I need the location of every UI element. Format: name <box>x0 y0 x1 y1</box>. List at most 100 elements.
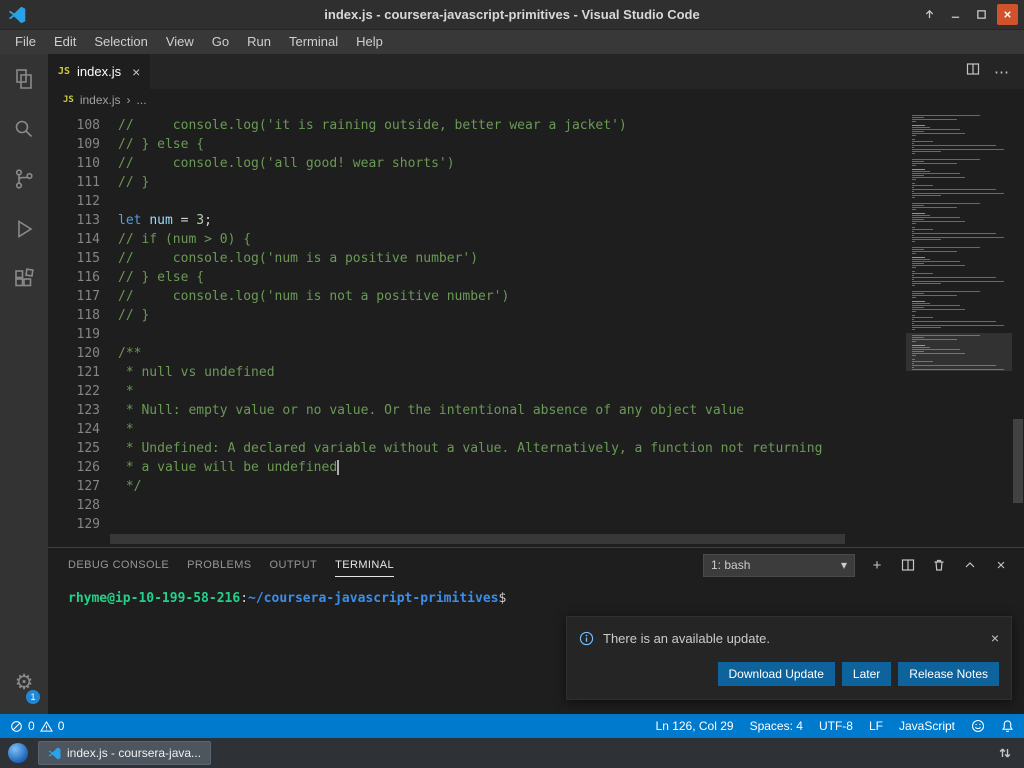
code-line-120[interactable]: 120 /** <box>48 344 906 363</box>
panel-tab-output[interactable]: OUTPUT <box>270 553 318 577</box>
kill-terminal-icon[interactable] <box>930 556 948 574</box>
line-content: */ <box>118 479 142 494</box>
menu-item-file[interactable]: File <box>6 30 45 54</box>
firefox-icon[interactable] <box>8 743 28 763</box>
split-editor-icon[interactable] <box>966 62 980 81</box>
workbench: ⚙ 1 JS index.js × ⋯ JS index.js › ... 10… <box>0 54 1024 714</box>
vertical-scrollbar[interactable] <box>1012 111 1024 547</box>
notifications-bell-icon[interactable] <box>1001 719 1014 733</box>
maximize-icon[interactable] <box>971 4 992 25</box>
more-actions-icon[interactable]: ⋯ <box>994 63 1010 81</box>
tab-close-icon[interactable]: × <box>132 64 140 80</box>
code-line-124[interactable]: 124 * <box>48 420 906 439</box>
download-update-button[interactable]: Download Update <box>717 662 835 686</box>
terminal-select[interactable]: 1: bash ▾ <box>703 553 855 577</box>
menu-item-help[interactable]: Help <box>347 30 392 54</box>
status-language-mode[interactable]: JavaScript <box>899 719 955 733</box>
code-line-119[interactable]: 119 <box>48 325 906 344</box>
menu-item-terminal[interactable]: Terminal <box>280 30 347 54</box>
maximize-panel-icon[interactable] <box>961 556 979 574</box>
code-line-127[interactable]: 127 */ <box>48 477 906 496</box>
taskbar-window-label: index.js - coursera-java... <box>67 746 202 760</box>
tab-index-js[interactable]: JS index.js × <box>48 54 152 89</box>
code-line-109[interactable]: 109 // } else { <box>48 135 906 154</box>
line-content: * Null: empty value or no value. Or the … <box>118 403 745 418</box>
vertical-scrollbar-handle[interactable] <box>1013 419 1023 503</box>
extensions-icon[interactable] <box>0 254 48 304</box>
minimize-icon[interactable] <box>945 4 966 25</box>
chevron-down-icon: ▾ <box>840 558 847 572</box>
close-notification-icon[interactable]: × <box>991 630 999 646</box>
line-content: * null vs undefined <box>118 365 275 380</box>
minimap[interactable] <box>906 111 1012 547</box>
taskbar-window-button[interactable]: index.js - coursera-java... <box>38 741 212 765</box>
code-line-125[interactable]: 125 * Undefined: A declared variable wit… <box>48 439 906 458</box>
code-line-118[interactable]: 118 // } <box>48 306 906 325</box>
menu-item-view[interactable]: View <box>157 30 203 54</box>
line-content: // console.log('it is raining outside, b… <box>118 118 627 133</box>
os-taskbar: index.js - coursera-java... <box>0 738 1024 768</box>
status-right-items: Ln 126, Col 29 Spaces: 4 UTF-8 LF JavaScript <box>656 719 955 733</box>
panel-tab-terminal[interactable]: TERMINAL <box>335 553 394 577</box>
breadcrumb-more[interactable]: ... <box>137 93 147 107</box>
notification-header: There is an available update. × <box>567 617 1011 654</box>
code-line-117[interactable]: 117 // console.log('num is not a positive… <box>48 287 906 306</box>
horizontal-scrollbar[interactable] <box>110 534 845 544</box>
later-button[interactable]: Later <box>841 662 892 686</box>
panel-tab-debug-console[interactable]: DEBUG CONSOLE <box>68 553 169 577</box>
activity-bar: ⚙ 1 <box>0 54 48 714</box>
notification-buttons: Download Update Later Release Notes <box>567 654 1011 699</box>
title-bar: index.js - coursera-javascript-primitive… <box>0 0 1024 30</box>
taskbar-indicator-icon[interactable] <box>998 746 1016 760</box>
breadcrumb-file[interactable]: index.js <box>80 93 121 107</box>
code-line-129[interactable]: 129 <box>48 515 906 534</box>
code-line-122[interactable]: 122 * <box>48 382 906 401</box>
status-indentation[interactable]: Spaces: 4 <box>750 719 803 733</box>
split-terminal-icon[interactable] <box>899 556 917 574</box>
line-content <box>100 325 118 344</box>
breadcrumb[interactable]: JS index.js › ... <box>48 89 1024 111</box>
new-terminal-icon[interactable]: + <box>868 556 886 574</box>
explorer-icon[interactable] <box>0 54 48 104</box>
menu-item-selection[interactable]: Selection <box>85 30 156 54</box>
run-debug-icon[interactable] <box>0 204 48 254</box>
search-icon[interactable] <box>0 104 48 154</box>
status-cursor-position[interactable]: Ln 126, Col 29 <box>656 719 734 733</box>
code-line-114[interactable]: 114 // if (num > 0) { <box>48 230 906 249</box>
close-window-icon[interactable] <box>997 4 1018 25</box>
code-line-126[interactable]: 126 * a value will be undefined <box>48 458 906 477</box>
minimap-slider[interactable] <box>906 333 1012 371</box>
code-line-128[interactable]: 128 <box>48 496 906 515</box>
line-number: 117 <box>76 289 100 304</box>
panel-tab-problems[interactable]: PROBLEMS <box>187 553 251 577</box>
line-number: 122 <box>76 384 100 399</box>
vscode-logo-icon <box>48 747 61 759</box>
status-eol[interactable]: LF <box>869 719 883 733</box>
minimap-content <box>906 115 1012 370</box>
code-line-123[interactable]: 123 * Null: empty value or no value. Or … <box>48 401 906 420</box>
feedback-smiley-icon[interactable] <box>971 719 985 733</box>
line-content: * <box>118 422 134 437</box>
close-panel-icon[interactable]: × <box>992 556 1010 574</box>
code-line-112[interactable]: 112 <box>48 192 906 211</box>
status-encoding[interactable]: UTF-8 <box>819 719 853 733</box>
window-up-icon[interactable] <box>919 4 940 25</box>
code-line-115[interactable]: 115 // console.log('num is a positive num… <box>48 249 906 268</box>
status-right: Ln 126, Col 29 Spaces: 4 UTF-8 LF JavaScript <box>656 719 1014 733</box>
problems-status[interactable]: 0 0 <box>10 719 64 733</box>
source-control-icon[interactable] <box>0 154 48 204</box>
tab-bar: JS index.js × ⋯ <box>48 54 1024 89</box>
code-line-116[interactable]: 116 // } else { <box>48 268 906 287</box>
code-line-110[interactable]: 110 // console.log('all good! wear shorts… <box>48 154 906 173</box>
menu-item-go[interactable]: Go <box>203 30 238 54</box>
menu-item-edit[interactable]: Edit <box>45 30 85 54</box>
code-line-113[interactable]: 113 let num = 3; <box>48 211 906 230</box>
menu-item-run[interactable]: Run <box>238 30 280 54</box>
settings-gear-icon[interactable]: ⚙ 1 <box>0 660 48 704</box>
code-line-121[interactable]: 121 * null vs undefined <box>48 363 906 382</box>
code-area[interactable]: 108 // console.log('it is raining outside… <box>48 111 906 547</box>
code-line-108[interactable]: 108 // console.log('it is raining outside… <box>48 116 906 135</box>
code-line-111[interactable]: 111 // } <box>48 173 906 192</box>
line-number: 115 <box>76 251 100 266</box>
release-notes-button[interactable]: Release Notes <box>898 662 999 686</box>
